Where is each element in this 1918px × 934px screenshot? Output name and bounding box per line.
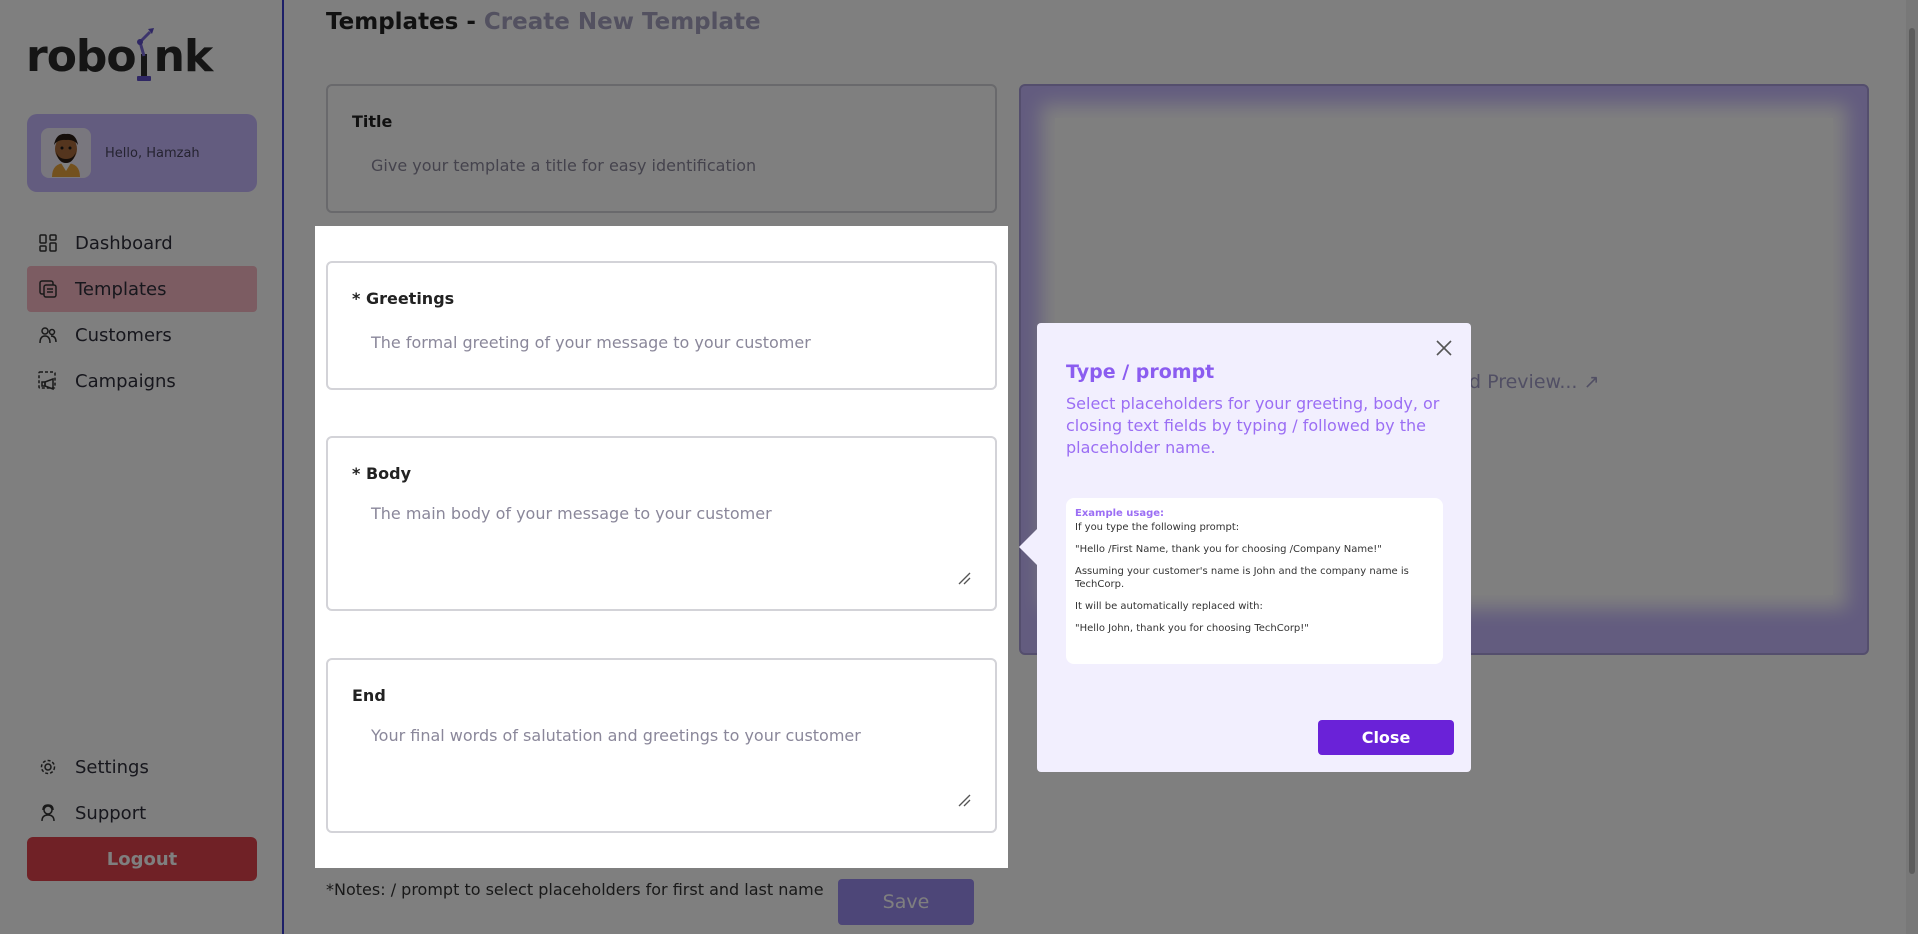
end-label: End [352,686,386,705]
resize-handle-icon[interactable] [957,793,971,807]
example-heading: Example usage: [1075,508,1165,519]
body-input[interactable]: The main body of your message to your cu… [371,504,772,523]
example-line: Assuming your customer's name is John an… [1075,566,1409,590]
end-field[interactable]: End Your final words of salutation and g… [326,658,997,833]
popup-pointer [1019,529,1037,565]
body-label: * Body [352,464,412,483]
placeholder-help-popup: Type / prompt Select placeholders for yo… [1019,323,1471,772]
example-line: "Hello John, thank you for choosing Tech… [1075,623,1309,634]
end-input[interactable]: Your final words of salutation and greet… [371,726,861,745]
close-icon[interactable] [1433,337,1455,359]
example-line: It will be automatically replaced with: [1075,601,1263,612]
popup-description: Select placeholders for your greeting, b… [1066,394,1440,457]
example-line: If you type the following prompt: [1075,522,1240,533]
body-field[interactable]: * Body The main body of your message to … [326,436,997,611]
greetings-label: * Greetings [352,289,455,308]
popup-title: Type / prompt [1066,361,1215,383]
example-card: Example usage: If you type the following… [1066,498,1443,664]
example-line: "Hello /First Name, thank you for choosi… [1075,544,1382,555]
close-button[interactable]: Close [1318,720,1454,755]
greetings-field[interactable]: * Greetings The formal greeting of your … [326,261,997,390]
greetings-input[interactable]: The formal greeting of your message to y… [371,333,811,352]
resize-handle-icon[interactable] [957,571,971,585]
highlighted-fields: * Greetings The formal greeting of your … [315,226,1008,868]
